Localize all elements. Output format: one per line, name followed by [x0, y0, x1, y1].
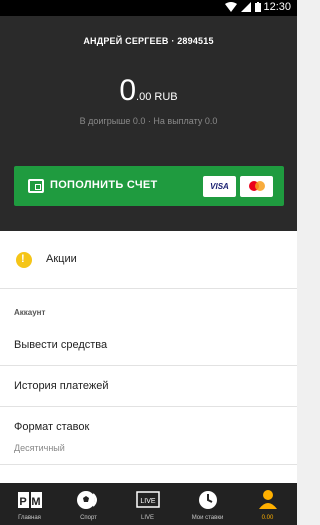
mastercard-icon [240, 176, 273, 197]
tab-profile-label: 0.00 [261, 515, 274, 521]
signal-icon [241, 2, 251, 12]
svg-text:P: P [19, 496, 26, 508]
menu-sheet: Акции Аккаунт Вывести средства История п… [0, 231, 297, 483]
battery-icon [255, 2, 261, 12]
tab-live[interactable]: LIVE LIVE [118, 483, 177, 525]
tab-my-bets-label: Мои ставки [191, 515, 224, 521]
deposit-button-label: ПОПОЛНИТЬ СЧЕТ [50, 179, 158, 191]
bottom-nav: P M Главная Спорт LIVE LIVE Мои ставки 0… [0, 483, 297, 525]
promo-label: Акции [46, 253, 77, 265]
clock-icon [197, 488, 219, 512]
balance-currency: .00 RUB [136, 91, 178, 103]
live-tv-icon: LIVE [135, 488, 160, 512]
tab-my-bets[interactable]: Мои ставки [178, 483, 237, 525]
balance: 0.00 RUB [0, 74, 297, 108]
withdraw-label: Вывести средства [14, 339, 108, 351]
profile-icon [258, 488, 278, 512]
tab-sport[interactable]: Спорт [59, 483, 118, 525]
deposit-button[interactable]: ПОПОЛНИТЬ СЧЕТ VISA [14, 166, 284, 206]
withdraw-row[interactable]: Вывести средства [0, 325, 297, 366]
wifi-icon [225, 2, 237, 12]
promo-icon [16, 252, 32, 268]
account-section-header: Аккаунт [14, 308, 46, 317]
tab-sport-label: Спорт [80, 515, 97, 521]
payment-history-label: История платежей [14, 380, 109, 392]
visa-icon: VISA [203, 176, 236, 197]
logo-icon: P M [17, 488, 43, 512]
status-icons [225, 2, 261, 12]
odds-format-row[interactable]: Формат ставок Десятичный [0, 407, 297, 465]
tab-home-label: Главная [18, 515, 41, 521]
account-panel: АНДРЕЙ СЕРГЕЕВ · 2894515 0.00 RUB В доиг… [0, 16, 297, 231]
svg-text:LIVE: LIVE [140, 498, 156, 505]
payment-history-row[interactable]: История платежей [0, 366, 297, 407]
tab-profile[interactable]: 0.00 [238, 483, 297, 525]
svg-text:M: M [31, 496, 40, 508]
status-bar: 12:30 [0, 0, 297, 16]
soccer-ball-icon [75, 488, 103, 512]
user-name-id: АНДРЕЙ СЕРГЕЕВ · 2894515 [83, 36, 214, 46]
wallet-icon [28, 179, 44, 193]
tab-live-label: LIVE [140, 515, 154, 521]
balance-amount: 0 [119, 74, 137, 107]
promo-row[interactable]: Акции [0, 231, 297, 289]
odds-format-value: Десятичный [14, 443, 65, 453]
tab-home[interactable]: P M Главная [0, 483, 59, 525]
odds-format-label: Формат ставок [14, 421, 90, 433]
sub-balance: В доигрыше 0.0 · На выплату 0.0 [79, 116, 218, 126]
status-time: 12:30 [263, 1, 291, 13]
